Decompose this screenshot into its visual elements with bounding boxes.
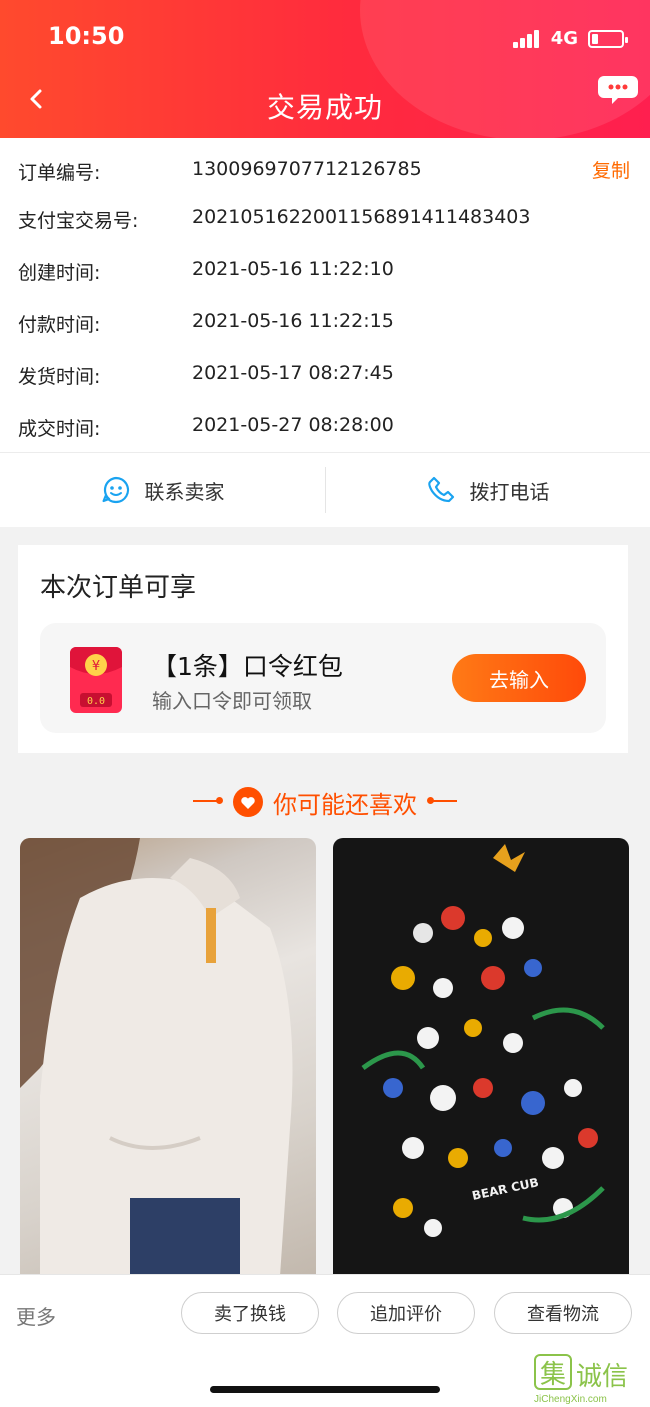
signal-icon [512,29,541,48]
alipay-trade-row: 支付宝交易号: 2021051622001156891411483403 [18,198,638,238]
shipped-time-row: 发货时间: 2021-05-17 08:27:45 [18,354,638,394]
order-number-label: 订单编号: [18,162,101,184]
benefit-title: 本次订单可享 [40,573,197,603]
watermark-logo: 集 [534,1354,572,1390]
paid-time-label: 付款时间: [18,314,101,336]
red-packet-icon: ¥ 0.0 [70,647,122,713]
paid-time-row: 付款时间: 2021-05-16 11:22:15 [18,302,638,342]
status-time: 10:50 [48,22,125,50]
view-logistics-button[interactable]: 查看物流 [494,1292,632,1334]
decor-line-right [427,797,457,804]
svg-text:0.0: 0.0 [87,696,105,707]
call-phone-label: 拨打电话 [469,479,550,504]
contact-seller-label: 联系卖家 [144,479,225,504]
shipped-time-value: 2021-05-17 08:27:45 [192,362,394,384]
header-bar: 10:50 4G 交易成功 [0,0,650,138]
deal-time-label: 成交时间: [18,418,101,440]
home-indicator [210,1386,440,1393]
more-button[interactable]: 更多 [16,1301,56,1330]
coupon-title: 【1条】口令红包 [152,652,343,681]
shipped-time-label: 发货时间: [18,366,101,388]
coupon-item[interactable]: ¥ 0.0 【1条】口令红包 输入口令即可领取 去输入 [40,623,606,733]
alipay-trade-value: 2021051622001156891411483403 [192,206,531,228]
add-review-button[interactable]: 追加评价 [337,1292,475,1334]
paid-time-value: 2021-05-16 11:22:15 [192,310,394,332]
deal-time-row: 成交时间: 2021-05-27 08:28:00 [18,406,638,446]
copy-button[interactable]: 复制 [592,156,630,183]
contact-bar: 联系卖家 拨打电话 [0,452,650,527]
created-time-value: 2021-05-16 11:22:10 [192,258,394,280]
order-number-value: 1300969707712126785 [192,158,422,180]
created-time-label: 创建时间: [18,262,101,284]
watermark-url: JiChengXin.com [534,1394,607,1405]
watermark: 集 诚信 JiChengXin.com [534,1354,642,1405]
product-image-bear-sweatshirt[interactable]: BEAR CUB [333,838,629,1276]
svg-text:¥: ¥ [92,659,100,674]
watermark-text: 诚信 [576,1362,629,1392]
enter-code-button[interactable]: 去输入 [452,654,586,702]
coupon-description: 输入口令即可领取 [152,689,312,713]
bear-cub-text: BEAR CUB [471,1175,540,1203]
recommend-title: 你可能还喜欢 [273,790,417,819]
product-image-fleece-jacket[interactable] [20,838,316,1276]
contact-seller-button[interactable]: 联系卖家 [0,453,325,527]
phone-icon [427,476,454,503]
call-phone-button[interactable]: 拨打电话 [325,453,650,527]
order-info-panel: 订单编号: 1300969707712126785 支付宝交易号: 202105… [0,138,650,452]
network-type: 4G [550,28,578,49]
deal-time-value: 2021-05-27 08:28:00 [192,414,394,436]
smiley-chat-icon [102,476,129,504]
recommend-header: 你可能还喜欢 [0,782,650,822]
decor-line-left [193,797,223,804]
alipay-trade-label: 支付宝交易号: [18,210,139,232]
battery-icon [588,29,628,48]
chat-bubble-icon[interactable] [598,68,638,108]
page-title: 交易成功 [266,91,383,124]
fleece-jacket-illustration [20,838,293,1276]
heart-icon [233,787,263,817]
order-benefit-card: 本次订单可享 ¥ 0.0 【1条】口令红包 输入口令即可领取 去输入 [18,545,628,753]
created-time-row: 创建时间: 2021-05-16 11:22:10 [18,250,638,290]
status-indicators: 4G [512,28,628,49]
order-number-row: 订单编号: 1300969707712126785 [18,150,638,190]
bear-floral-illustration: BEAR CUB [361,844,605,1237]
sell-for-cash-button[interactable]: 卖了换钱 [181,1292,319,1334]
